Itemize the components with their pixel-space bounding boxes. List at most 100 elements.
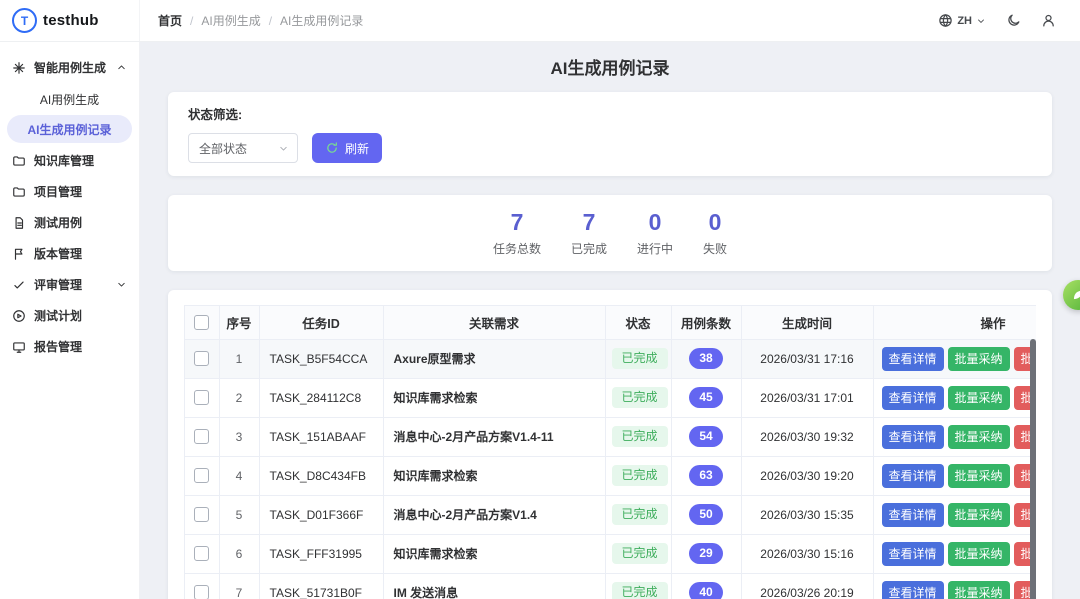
sidebar-item-2[interactable]: 项目管理 <box>0 176 139 207</box>
dark-mode-toggle[interactable] <box>1006 13 1021 28</box>
sidebar-item-1[interactable]: 知识库管理 <box>0 145 139 176</box>
view-details-button[interactable]: 查看详情 <box>881 463 944 488</box>
language-switcher[interactable]: ZH <box>938 13 986 28</box>
breadcrumb-separator: / <box>190 13 194 28</box>
row-index: 5 <box>219 495 260 535</box>
batch-adopt-button[interactable]: 批量采纳 <box>947 502 1010 527</box>
sidebar-item-5[interactable]: 评审管理 <box>0 269 139 300</box>
column-header: 用例条数 <box>671 306 742 340</box>
brand-name: testhub <box>43 12 99 29</box>
case-count-pill: 29 <box>689 543 723 565</box>
table-vertical-scrollbar[interactable] <box>1030 339 1036 599</box>
row-checkbox[interactable] <box>194 429 210 445</box>
related-requirement: 消息中心-2月产品方案V1.4-11 <box>383 417 606 457</box>
sidebar-subitem[interactable]: AI生成用例记录 <box>7 115 132 143</box>
generated-time: 2026/03/31 17:16 <box>741 339 874 379</box>
generated-time: 2026/03/30 15:35 <box>741 495 874 535</box>
generated-time: 2026/03/31 17:01 <box>741 378 874 418</box>
row-checkbox[interactable] <box>194 585 210 599</box>
breadcrumb: 首页 / AI用例生成 / AI生成用例记录 <box>158 12 938 29</box>
case-count-pill: 45 <box>689 387 723 409</box>
sidebar-item-label: 智能用例生成 <box>34 61 107 75</box>
view-details-button[interactable]: 查看详情 <box>881 541 944 566</box>
stat-value: 7 <box>510 209 524 235</box>
view-details-button[interactable]: 查看详情 <box>881 502 944 527</box>
column-header: 生成时间 <box>741 306 874 340</box>
case-count-cell: 54 <box>671 417 742 457</box>
row-checkbox[interactable] <box>194 351 210 367</box>
actions-cell: 查看详情批量采纳批量删除 <box>873 456 1036 496</box>
monitor-icon <box>12 340 26 354</box>
table-row: 4 TASK_D8C434FB 知识库需求检索 已完成 63 2026/03/30 19:… <box>185 456 1036 496</box>
sidebar-subitem[interactable]: AI用例生成 <box>7 85 132 113</box>
related-requirement: IM 发送消息 <box>383 573 606 599</box>
batch-adopt-button[interactable]: 批量采纳 <box>947 580 1010 599</box>
assistant-floating-button[interactable] <box>1063 280 1080 310</box>
actions-cell: 查看详情批量采纳批量删除 <box>873 534 1036 574</box>
row-checkbox[interactable] <box>194 468 210 484</box>
chevron-down-icon <box>976 16 986 26</box>
chevron-down-icon <box>116 279 127 290</box>
app-window: T testhub 首页 / AI用例生成 / AI生成用例记录 ZH 智能用例生成 AI… <box>0 0 1080 599</box>
batch-adopt-button[interactable]: 批量采纳 <box>947 463 1010 488</box>
table-row: 5 TASK_D01F366F 消息中心-2月产品方案V1.4 已完成 50 2026/0… <box>185 495 1036 535</box>
refresh-button[interactable]: 刷新 <box>312 133 383 163</box>
row-index: 6 <box>219 534 260 574</box>
case-count-pill: 40 <box>689 582 723 599</box>
select-all-checkbox[interactable] <box>194 315 210 331</box>
status-cell: 已完成 <box>605 573 672 599</box>
select-all-header-cell <box>185 306 220 340</box>
row-checkbox[interactable] <box>194 507 210 523</box>
sidebar-item-7[interactable]: 报告管理 <box>0 331 139 362</box>
batch-adopt-button[interactable]: 批量采纳 <box>947 541 1010 566</box>
view-details-button[interactable]: 查看详情 <box>881 580 944 599</box>
stat-item: 7 已完成 <box>569 209 609 257</box>
related-requirement: 知识库需求检索 <box>383 534 606 574</box>
related-requirement: 知识库需求检索 <box>383 378 606 418</box>
row-checkbox[interactable] <box>194 546 210 562</box>
stats-card: 7 任务总数 7 已完成 0 进行中 0 失败 <box>168 195 1052 272</box>
view-details-button[interactable]: 查看详情 <box>881 385 944 410</box>
row-index: 4 <box>219 456 260 496</box>
case-count-cell: 40 <box>671 573 742 599</box>
task-id: TASK_284112C8 <box>259 378 384 418</box>
filter-controls: 全部状态 刷新 <box>188 133 1032 163</box>
user-menu[interactable] <box>1041 13 1056 28</box>
sidebar-item-label: 报告管理 <box>34 340 83 354</box>
refresh-button-label: 刷新 <box>345 141 370 156</box>
status-cell: 已完成 <box>605 495 672 535</box>
sidebar-item-0[interactable]: 智能用例生成 <box>0 52 139 83</box>
main-content: AI生成用例记录 状态筛选: 全部状态 刷新 7 任务总数 7 已完成 0 进行中 0 失败 <box>140 42 1080 599</box>
sidebar-item-3[interactable]: 测试用例 <box>0 207 139 238</box>
breadcrumb-item[interactable]: 首页 <box>158 12 182 29</box>
header-actions: ZH <box>938 13 1080 28</box>
batch-adopt-button[interactable]: 批量采纳 <box>947 385 1010 410</box>
status-filter-select[interactable]: 全部状态 <box>188 133 298 163</box>
top-header: T testhub 首页 / AI用例生成 / AI生成用例记录 ZH <box>0 0 1080 42</box>
view-details-button[interactable]: 查看详情 <box>881 346 944 371</box>
batch-adopt-button[interactable]: 批量采纳 <box>947 424 1010 449</box>
stat-item: 0 进行中 <box>635 209 675 257</box>
play-icon <box>12 309 26 323</box>
records-table: 序号 任务ID 关联需求 状态 用例条数 生成时间 操作 1 TASK_B5F54CCA Axu… <box>185 306 1036 599</box>
status-badge: 已完成 <box>611 387 668 409</box>
leaf-icon <box>1071 288 1080 302</box>
status-badge: 已完成 <box>611 543 668 565</box>
sidebar-item-6[interactable]: 测试计划 <box>0 300 139 331</box>
table-wrapper: 序号 任务ID 关联需求 状态 用例条数 生成时间 操作 1 TASK_B5F54CCA Axu… <box>184 305 1036 599</box>
table-header-row: 序号 任务ID 关联需求 状态 用例条数 生成时间 操作 <box>185 306 1036 340</box>
records-table-card: 序号 任务ID 关联需求 状态 用例条数 生成时间 操作 1 TASK_B5F54CCA Axu… <box>168 290 1052 599</box>
sidebar-item-label: 项目管理 <box>34 185 83 199</box>
brand-logo[interactable]: T testhub <box>0 0 140 41</box>
table-row: 1 TASK_B5F54CCA Axure原型需求 已完成 38 2026/03/31 1… <box>185 339 1036 379</box>
task-id: TASK_151ABAAF <box>259 417 384 457</box>
document-icon <box>12 216 26 230</box>
row-checkbox[interactable] <box>194 390 210 406</box>
chevron-up-icon <box>116 62 127 73</box>
sidebar-item-4[interactable]: 版本管理 <box>0 238 139 269</box>
filter-card: 状态筛选: 全部状态 刷新 <box>168 92 1052 176</box>
breadcrumb-item[interactable]: AI生成用例记录 <box>280 12 363 29</box>
batch-adopt-button[interactable]: 批量采纳 <box>947 346 1010 371</box>
breadcrumb-item[interactable]: AI用例生成 <box>201 12 260 29</box>
view-details-button[interactable]: 查看详情 <box>881 424 944 449</box>
